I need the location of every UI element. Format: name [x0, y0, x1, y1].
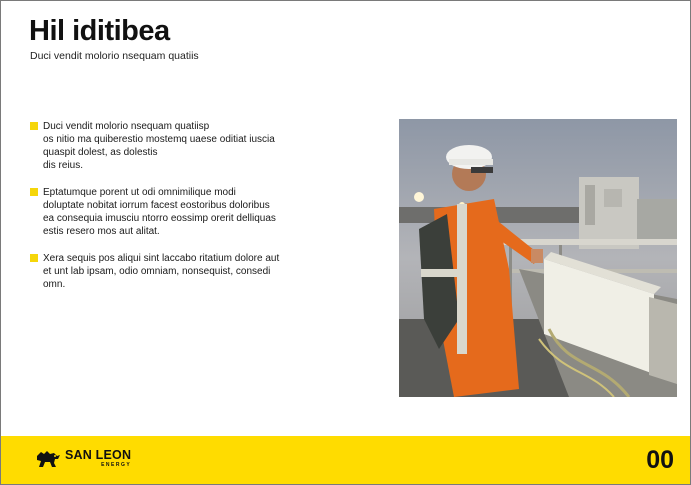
page-number: 00 — [646, 446, 674, 474]
square-bullet-icon — [30, 188, 38, 196]
logo-subtitle: ENERGY — [101, 462, 132, 468]
bullet-text: Duci vendit molorio nsequam quatiisp os … — [43, 121, 275, 171]
bullet-text: Eptatumque porent ut odi omnimilique mod… — [43, 187, 276, 237]
company-logo: SAN LEON ENERGY — [35, 448, 131, 468]
worker-photo — [399, 119, 677, 397]
list-item: Xera sequis pos aliqui sint laccabo rita… — [30, 252, 330, 291]
page-subtitle: Duci vendit molorio nsequam quatiis — [30, 50, 199, 62]
footer-bar: SAN LEON ENERGY 00 — [1, 436, 690, 484]
list-item: Eptatumque porent ut odi omnimilique mod… — [30, 186, 330, 238]
bullet-list: Duci vendit molorio nsequam quatiisp os … — [30, 120, 330, 305]
page-title: Hil iditibea — [29, 15, 170, 47]
logo-name: SAN LEON — [65, 448, 132, 462]
square-bullet-icon — [30, 254, 38, 262]
bullet-text: Xera sequis pos aliqui sint laccabo rita… — [43, 253, 280, 290]
list-item: Duci vendit molorio nsequam quatiisp os … — [30, 120, 330, 172]
square-bullet-icon — [30, 122, 38, 130]
slide: Hil iditibea Duci vendit molorio nsequam… — [0, 0, 691, 485]
lion-icon — [37, 451, 60, 467]
